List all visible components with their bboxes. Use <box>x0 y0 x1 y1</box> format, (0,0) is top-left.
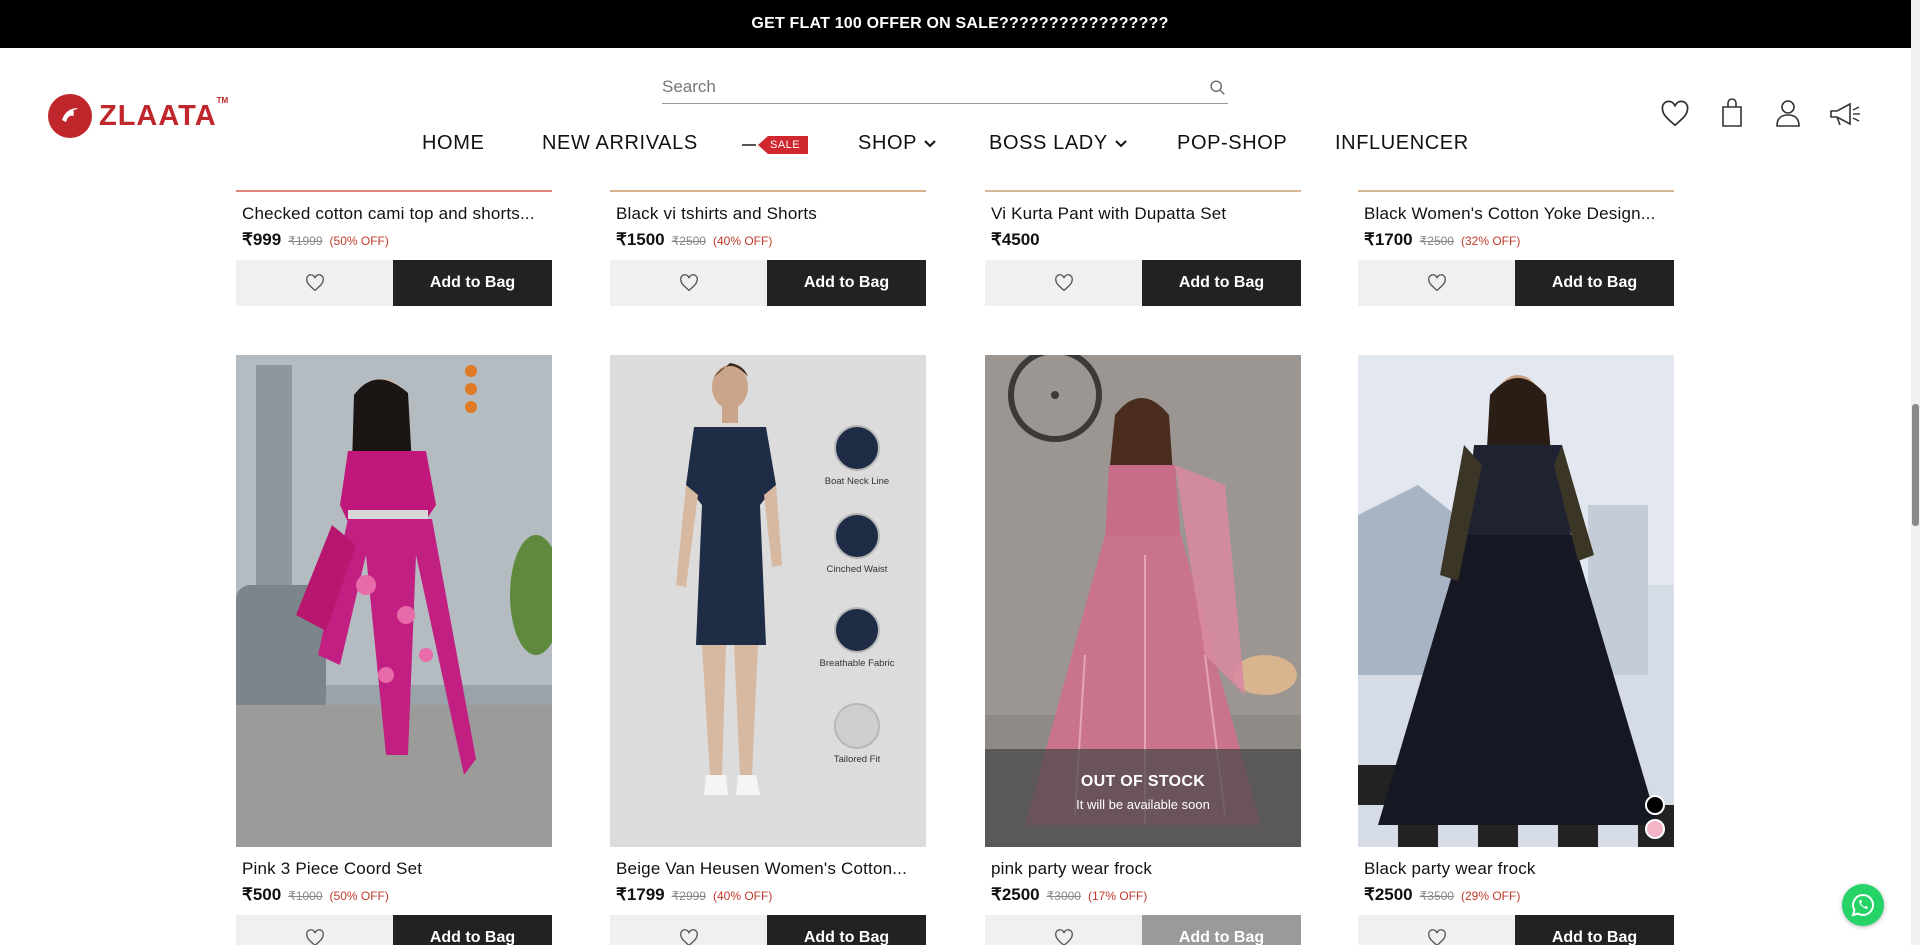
page-scrollbar[interactable] <box>1911 0 1920 945</box>
nav-influencer[interactable]: INFLUENCER <box>1335 132 1469 155</box>
nav-new-arrivals[interactable]: NEW ARRIVALS <box>542 132 698 155</box>
add-to-bag-button[interactable]: Add to Bag <box>393 260 552 306</box>
heart-icon <box>1054 929 1073 945</box>
heart-icon <box>305 929 324 945</box>
product-name[interactable]: Black Women's Cotton Yoke Design... <box>1358 204 1668 224</box>
add-to-bag-button[interactable]: Add to Bag <box>393 915 552 945</box>
wishlist-button[interactable] <box>236 260 393 306</box>
heart-icon <box>679 274 698 292</box>
nav-sale[interactable]: SALE <box>742 136 809 154</box>
main-nav: HOME NEW ARRIVALS SHOP BOSS LADY POP-SHO… <box>0 132 1920 162</box>
sale-badge: SALE <box>758 136 809 154</box>
wishlist-button[interactable] <box>236 915 393 945</box>
product-price: ₹1500 ₹2500 (40% OFF) <box>616 230 773 249</box>
feature-boat-neck: Boat Neck Line <box>812 425 902 487</box>
wishlist-button[interactable] <box>985 260 1142 306</box>
feature-tailored-fit: Tailored Fit <box>812 703 902 765</box>
chevron-down-icon <box>1115 139 1127 147</box>
out-of-stock-overlay: OUT OF STOCK It will be available soon <box>985 749 1301 847</box>
product-name[interactable]: Beige Van Heusen Women's Cotton... <box>610 859 920 879</box>
product-price: ₹999 ₹1999 (50% OFF) <box>242 230 389 249</box>
nav-pop-shop[interactable]: POP-SHOP <box>1177 132 1287 155</box>
add-to-bag-button[interactable]: Add to Bag <box>767 260 926 306</box>
feature-breathable-fabric: Breathable Fabric <box>812 607 902 669</box>
wishlist-button[interactable] <box>985 915 1142 945</box>
user-icon[interactable] <box>1775 98 1801 128</box>
product-name[interactable]: pink party wear frock <box>985 859 1295 879</box>
search-bar[interactable] <box>662 70 1228 104</box>
add-to-bag-button[interactable]: Add to Bag <box>1142 260 1301 306</box>
nav-home[interactable]: HOME <box>422 132 484 155</box>
wishlist-button[interactable] <box>1358 260 1515 306</box>
product-price: ₹500 ₹1000 (50% OFF) <box>242 885 389 904</box>
product-image[interactable]: Boat Neck Line Cinched Waist Breathable … <box>610 355 926 847</box>
heart-icon <box>1427 274 1446 292</box>
product-name[interactable]: Black vi tshirts and Shorts <box>610 204 920 224</box>
product-name[interactable]: Black party wear frock <box>1358 859 1668 879</box>
announcement-bar[interactable]: GET FLAT 100 OFFER ON SALE??????????????… <box>0 0 1920 48</box>
shopping-bag-icon[interactable] <box>1720 98 1744 128</box>
brand-name: ZLAATA <box>99 99 217 132</box>
site-header: ZLAATA TM HOME NEW ARRIVALS SHOP BOSS LA… <box>0 48 1920 190</box>
trademark: TM <box>216 96 229 105</box>
heart-icon <box>305 274 324 292</box>
chevron-down-icon <box>924 139 936 147</box>
add-to-bag-button[interactable]: Add to Bag <box>767 915 926 945</box>
product-name[interactable]: Vi Kurta Pant with Dupatta Set <box>985 204 1295 224</box>
color-swatch-pink[interactable] <box>1645 819 1665 839</box>
product-price: ₹1700 ₹2500 (32% OFF) <box>1364 230 1521 249</box>
wishlist-button[interactable] <box>610 915 767 945</box>
nav-boss-lady[interactable]: BOSS LADY <box>989 132 1128 155</box>
product-name[interactable]: Checked cotton cami top and shorts... <box>236 204 546 224</box>
scrollbar-thumb[interactable] <box>1912 404 1919 526</box>
color-swatch-black[interactable] <box>1645 795 1665 815</box>
heart-icon <box>679 929 698 945</box>
search-input[interactable] <box>662 76 1182 97</box>
feature-cinched-waist: Cinched Waist <box>812 513 902 575</box>
product-image[interactable] <box>236 355 552 847</box>
whatsapp-chat-button[interactable] <box>1842 884 1884 926</box>
product-image[interactable]: OUT OF STOCK It will be available soon <box>985 355 1301 847</box>
whatsapp-icon <box>1851 893 1874 917</box>
wishlist-button[interactable] <box>1358 915 1515 945</box>
product-price: ₹1799 ₹2999 (40% OFF) <box>616 885 773 904</box>
product-image[interactable] <box>1358 355 1674 847</box>
nav-shop[interactable]: SHOP <box>858 132 937 155</box>
product-price: ₹4500 <box>991 230 1040 249</box>
heart-icon[interactable] <box>1660 100 1690 128</box>
search-icon[interactable] <box>1209 79 1226 96</box>
add-to-bag-button[interactable]: Add to Bag <box>1142 915 1301 945</box>
wishlist-button[interactable] <box>610 260 767 306</box>
megaphone-icon[interactable] <box>1828 100 1862 128</box>
product-price: ₹2500 ₹3500 (29% OFF) <box>1364 885 1521 904</box>
product-name[interactable]: Pink 3 Piece Coord Set <box>236 859 546 879</box>
product-price: ₹2500 ₹3000 (17% OFF) <box>991 885 1148 904</box>
add-to-bag-button[interactable]: Add to Bag <box>1515 260 1674 306</box>
heart-icon <box>1054 274 1073 292</box>
add-to-bag-button[interactable]: Add to Bag <box>1515 915 1674 945</box>
heart-icon <box>1427 929 1446 945</box>
